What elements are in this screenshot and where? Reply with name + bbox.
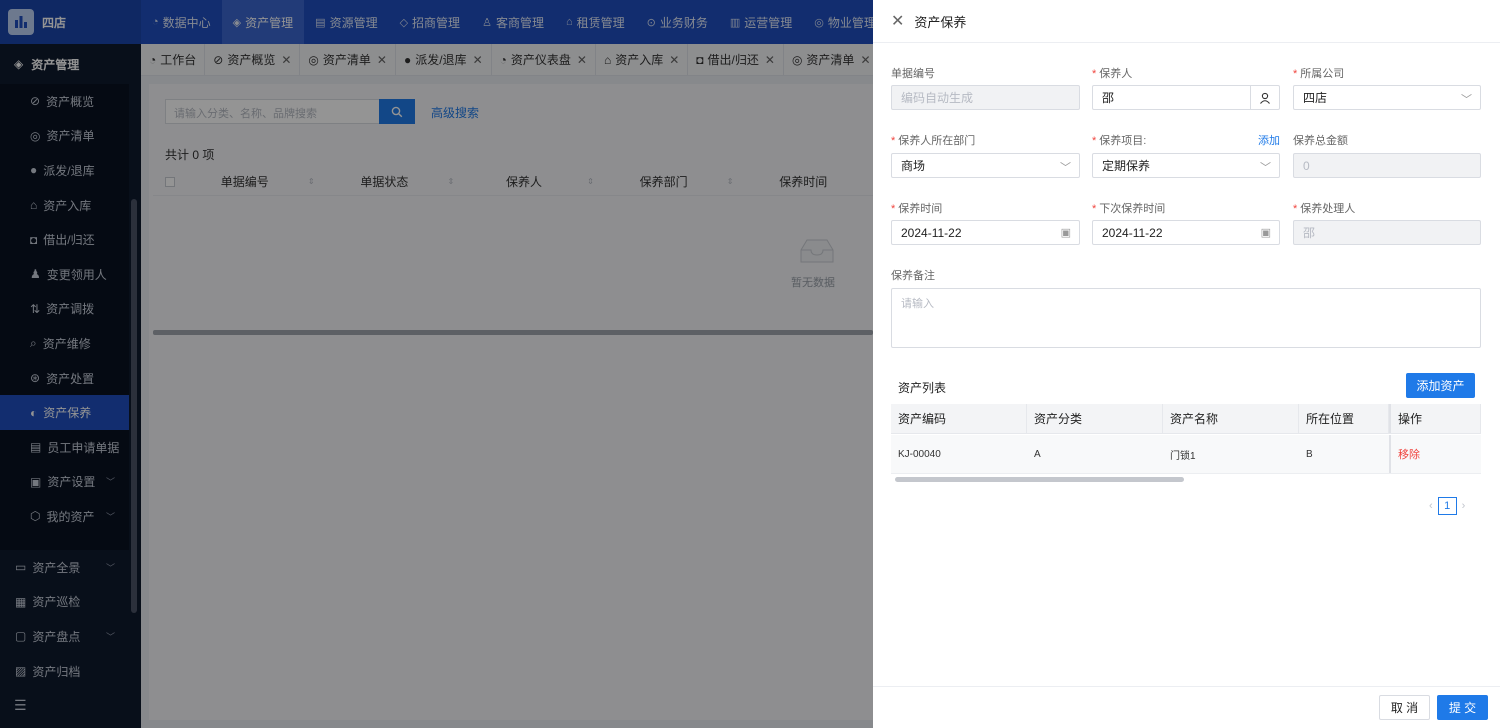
calendar-icon: ▣: [1060, 227, 1071, 239]
total-amount-field: 0: [1293, 153, 1481, 178]
column-header: 所在位置: [1299, 404, 1389, 433]
remove-asset-link[interactable]: 移除: [1389, 435, 1481, 473]
field-value: 2024-11-22: [1102, 225, 1163, 240]
pagination: ‹ 1 ›: [1429, 497, 1465, 515]
required-mark: *: [1092, 135, 1097, 147]
asset-table: 资产编码 资产分类 资产名称 所在位置 操作 KJ-00040 A 门锁1 B …: [891, 404, 1481, 474]
drawer-footer: 取 消 提 交: [873, 686, 1500, 728]
cancel-button[interactable]: 取 消: [1379, 695, 1430, 720]
next-time-picker[interactable]: 2024-11-22 ▣: [1092, 220, 1280, 245]
label-text: 保养人: [1099, 68, 1133, 80]
label-text: 下次保养时间: [1099, 203, 1166, 215]
doc-no-label: 单据编号: [891, 68, 935, 80]
field-value: 四店: [1303, 91, 1328, 105]
next-time-label: * 下次保养时间: [1092, 200, 1165, 216]
add-asset-button[interactable]: 添加资产: [1406, 373, 1475, 398]
next-page-icon[interactable]: ›: [1462, 500, 1466, 512]
maintenance-time-label: * 保养时间: [891, 200, 942, 216]
select-user-button[interactable]: [1250, 85, 1279, 110]
maintenance-drawer: ✕ 资产保养 单据编号 编码自动生成 * 保养人 邵 * 所属公司 四店 ﹀ * 保养…: [873, 0, 1500, 728]
column-header: 资产名称: [1163, 404, 1299, 433]
required-mark: *: [1293, 68, 1298, 80]
asset-location-cell: B: [1306, 448, 1313, 460]
remark-textarea[interactable]: 请输入: [891, 288, 1481, 348]
drawer-header: ✕ 资产保养: [873, 0, 1500, 43]
chevron-down-icon: ﹀: [1060, 162, 1071, 174]
chevron-down-icon: ﹀: [1461, 94, 1472, 106]
label-text: 保养处理人: [1300, 203, 1356, 215]
required-mark: *: [1092, 203, 1097, 215]
project-select[interactable]: 定期保养 ﹀: [1092, 153, 1280, 178]
field-value: 邵: [1102, 91, 1115, 105]
maintainer-label: * 保养人: [1092, 65, 1132, 81]
doc-no-field: 编码自动生成: [891, 85, 1080, 110]
remark-label: 保养备注: [891, 270, 935, 282]
asset-list-title: 资产列表: [898, 381, 947, 395]
chevron-down-icon: ﹀: [1260, 162, 1271, 174]
department-select[interactable]: 商场 ﹀: [891, 153, 1080, 178]
column-header: 资产编码: [891, 404, 1027, 433]
column-header: 操作: [1389, 404, 1481, 433]
table-row: KJ-00040 A 门锁1 B 移除: [891, 435, 1481, 474]
field-value: 2024-11-22: [901, 225, 962, 240]
modal-mask[interactable]: [0, 0, 873, 728]
field-value: 定期保养: [1102, 159, 1151, 173]
required-mark: *: [891, 203, 896, 215]
calendar-icon: ▣: [1260, 227, 1271, 239]
department-label: * 保养人所在部门: [891, 132, 975, 148]
submit-button[interactable]: 提 交: [1437, 695, 1488, 720]
maintainer-field[interactable]: 邵: [1092, 85, 1280, 110]
add-project-link[interactable]: 添加: [1258, 132, 1280, 148]
required-mark: *: [891, 135, 896, 147]
asset-table-header: 资产编码 资产分类 资产名称 所在位置 操作: [891, 404, 1481, 434]
required-mark: *: [1293, 203, 1298, 215]
asset-category-cell: A: [1034, 448, 1041, 460]
handler-label: * 保养处理人: [1293, 200, 1355, 216]
close-icon[interactable]: ✕: [891, 11, 904, 31]
label-text: 保养项目:: [1099, 135, 1147, 147]
column-header: 资产分类: [1027, 404, 1163, 433]
label-text: 保养人所在部门: [898, 135, 976, 147]
handler-field: 邵: [1293, 220, 1481, 245]
asset-name-cell: 门锁1: [1170, 450, 1196, 462]
prev-page-icon[interactable]: ‹: [1429, 500, 1433, 512]
label-text: 所属公司: [1300, 68, 1345, 80]
total-amount-label: 保养总金额: [1293, 135, 1348, 147]
company-label: * 所属公司: [1293, 65, 1344, 81]
label-text: 保养时间: [898, 203, 943, 215]
required-mark: *: [1092, 68, 1097, 80]
project-label: * 保养项目:: [1092, 132, 1146, 148]
company-select[interactable]: 四店 ﹀: [1293, 85, 1481, 110]
field-value: 商场: [901, 159, 926, 173]
asset-code-cell: KJ-00040: [898, 448, 941, 460]
drawer-title: 资产保养: [914, 14, 967, 30]
maintenance-time-picker[interactable]: 2024-11-22 ▣: [891, 220, 1080, 245]
table-horizontal-scrollbar[interactable]: [895, 477, 1184, 482]
page-number[interactable]: 1: [1437, 497, 1457, 515]
user-icon: [1260, 92, 1270, 104]
